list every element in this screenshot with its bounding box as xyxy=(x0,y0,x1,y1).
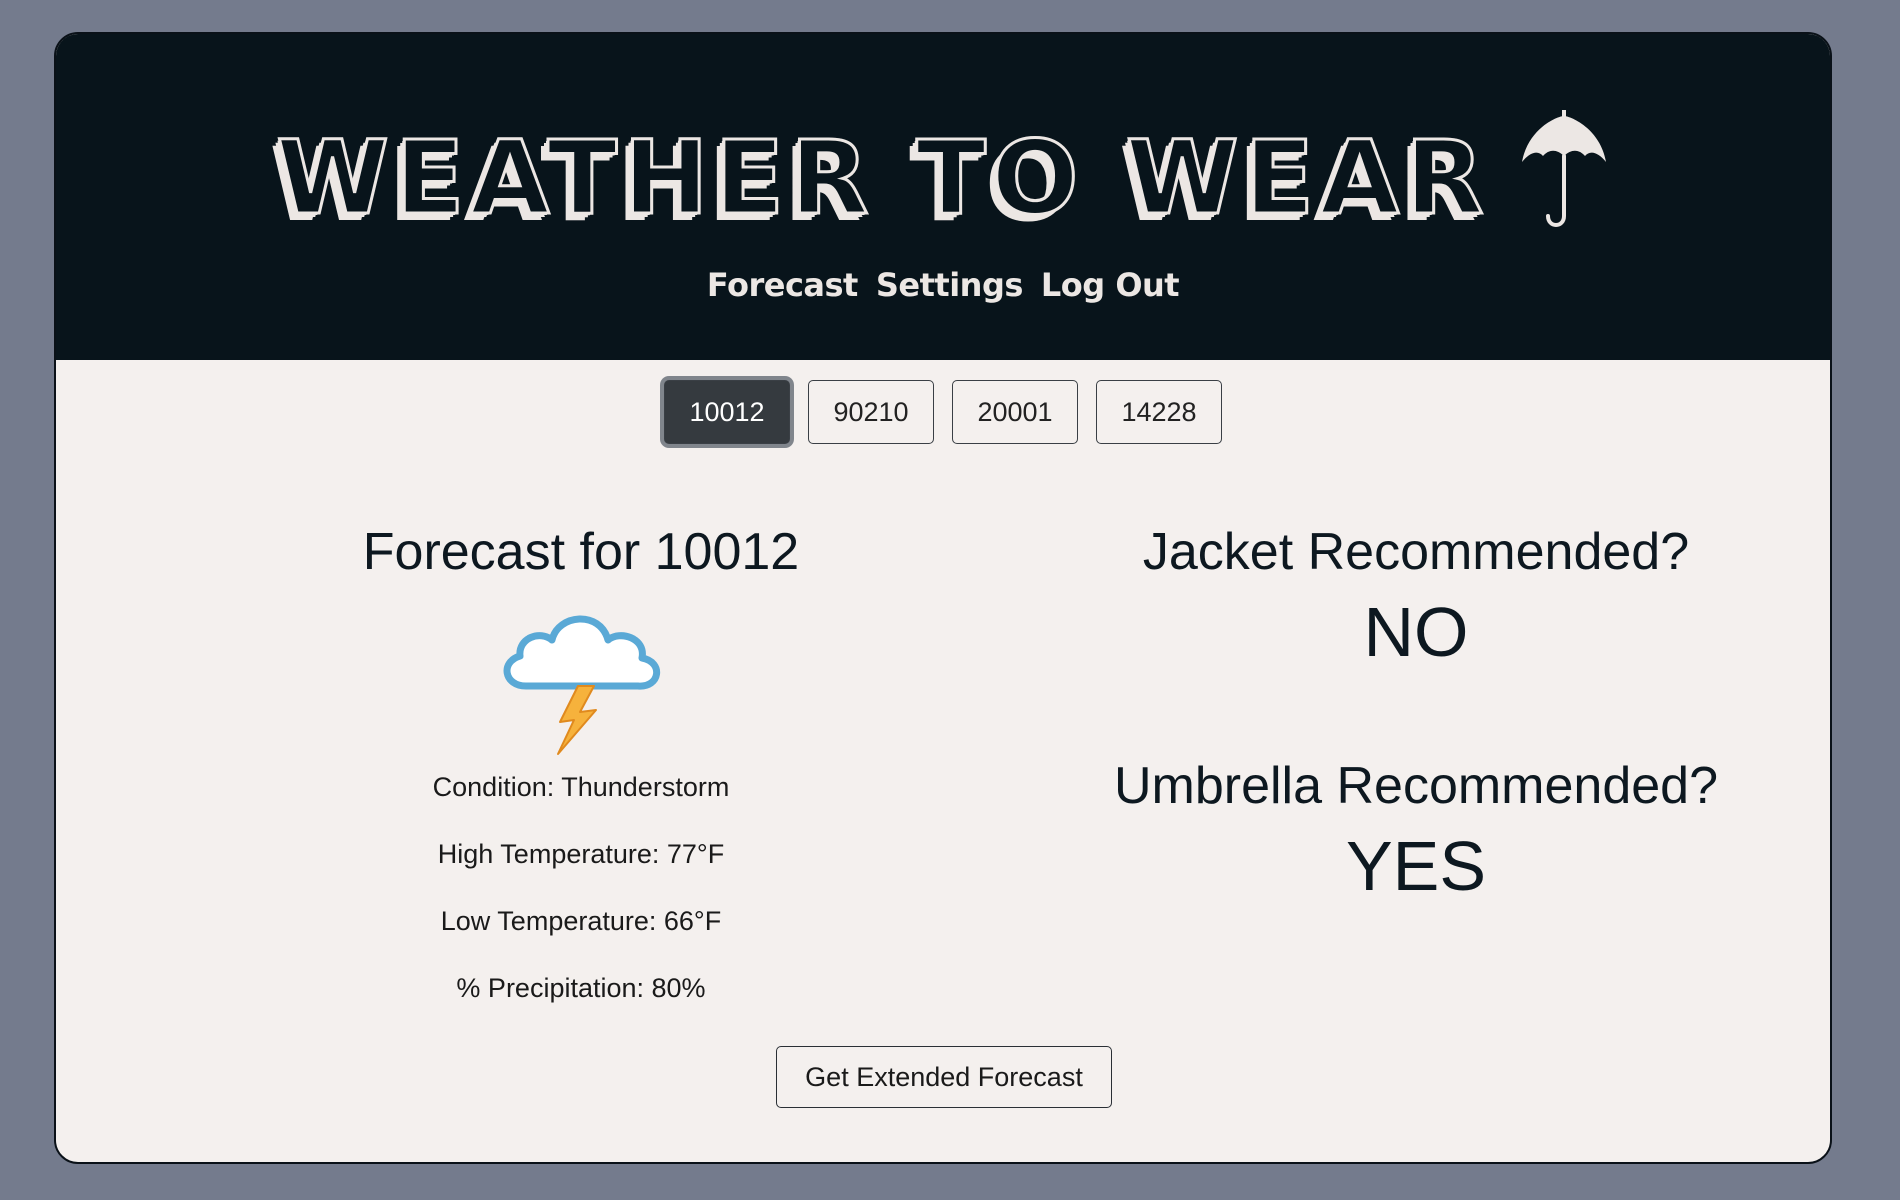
umbrella-answer: YES xyxy=(1345,827,1487,905)
forecast-panel: Forecast for 10012 Condition: Thundersto… xyxy=(196,489,966,1003)
extended-forecast-button[interactable]: Get Extended Forecast xyxy=(776,1046,1112,1108)
high-temp-text: High Temperature: 77°F xyxy=(437,839,725,869)
nav-settings[interactable]: Settings xyxy=(876,266,1024,304)
zip-tab-14228[interactable]: 14228 xyxy=(1096,380,1222,444)
nav-forecast[interactable]: Forecast xyxy=(707,266,858,304)
header: WEATHER TO WEAR Forecast Settings Log Ou… xyxy=(56,34,1830,360)
umbrella-icon xyxy=(1521,110,1606,227)
jacket-answer: NO xyxy=(1363,593,1469,671)
thunderstorm-icon xyxy=(503,615,661,755)
forecast-title: Forecast for 10012 xyxy=(362,523,800,581)
zip-tab-20001[interactable]: 20001 xyxy=(952,380,1078,444)
nav-log-out[interactable]: Log Out xyxy=(1041,266,1180,304)
title-row: WEATHER TO WEAR xyxy=(56,110,1830,244)
zip-tab-90210[interactable]: 90210 xyxy=(808,380,934,444)
low-temp-text: Low Temperature: 66°F xyxy=(440,906,722,936)
zip-tab-10012[interactable]: 10012 xyxy=(664,380,790,444)
precipitation-text: % Precipitation: 80% xyxy=(456,973,706,1003)
recommendations-panel: Jacket Recommended? NO Umbrella Recommen… xyxy=(1016,489,1816,906)
jacket-question: Jacket Recommended? xyxy=(1142,523,1690,581)
app-title: WEATHER TO WEAR xyxy=(275,119,1490,238)
umbrella-question: Umbrella Recommended? xyxy=(1113,757,1719,815)
app-card: WEATHER TO WEAR Forecast Settings Log Ou… xyxy=(54,32,1832,1164)
main-nav: Forecast Settings Log Out xyxy=(56,266,1830,304)
condition-text: Condition: Thunderstorm xyxy=(432,772,730,802)
zip-tabs: 10012 90210 20001 14228 xyxy=(56,380,1830,444)
